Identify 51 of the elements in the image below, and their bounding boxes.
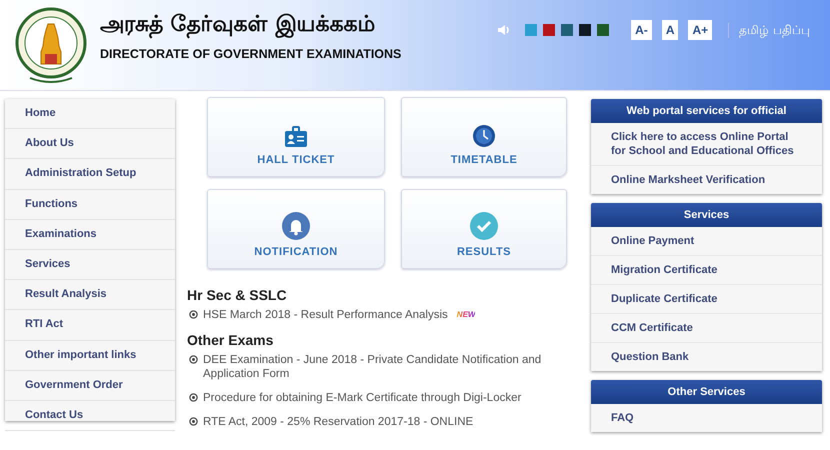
panel-link[interactable]: Online Marksheet Verification	[591, 166, 822, 194]
panel-header: Web portal services for official	[591, 99, 822, 123]
tile-button[interactable]: RESULTS	[401, 189, 567, 269]
panel-link[interactable]: Click here to access Online Portal for School and Educational Offices	[591, 123, 822, 166]
bell-icon	[282, 212, 310, 240]
font-size-button[interactable]: A	[662, 20, 678, 40]
color-theme-swatch[interactable]	[525, 24, 538, 36]
sidebar-link[interactable]: Services	[5, 250, 175, 280]
bullet-icon	[189, 417, 198, 426]
news-link[interactable]: DEE Examination - June 2018 - Private Candidate Notification and Application Form	[203, 353, 577, 381]
bullet-icon	[189, 310, 198, 319]
panel-link[interactable]: CCM Certificate	[591, 314, 822, 343]
panel-link[interactable]: Question Bank	[591, 343, 822, 371]
news-link[interactable]: Procedure for obtaining E-Mark Certificate through Digi-Locker	[203, 391, 522, 405]
panel-header: Services	[591, 203, 822, 227]
sidebar-link[interactable]: Result Analysis	[5, 280, 175, 310]
color-theme-swatch[interactable]	[597, 24, 610, 36]
clock-icon	[472, 124, 496, 148]
panel-link[interactable]: Migration Certificate	[591, 256, 822, 285]
temple-emblem-icon	[14, 6, 88, 86]
news-link[interactable]: RTE Act, 2009 - 25% Reservation 2017-18 - ONLINE	[203, 415, 474, 429]
sidebar-link[interactable]: Home	[5, 99, 175, 130]
panel-link[interactable]: FAQ	[591, 404, 822, 432]
news-link[interactable]: HSE March 2018 - Result Performance Analysis	[203, 308, 448, 322]
panel-link[interactable]: Online Payment	[591, 227, 822, 256]
font-size-button[interactable]: A-	[631, 20, 652, 40]
color-theme-swatch[interactable]	[543, 24, 556, 36]
color-theme-swatch[interactable]	[561, 24, 574, 36]
sidebar-link[interactable]: Examinations	[5, 220, 175, 250]
color-theme-swatch[interactable]	[579, 24, 592, 36]
section-heading: Hr Sec & SSLC	[187, 287, 288, 303]
panel-link[interactable]: Duplicate Certificate	[591, 285, 822, 314]
id-badge-icon	[284, 126, 308, 148]
site-title-tamil: அரசுத் தேர்வுகள் இயக்ககம்	[100, 12, 376, 39]
sidebar-link[interactable]: Contact Us	[5, 400, 175, 432]
sidebar-link[interactable]: Functions	[5, 190, 175, 220]
section-heading: Other Exams	[187, 332, 274, 348]
sidebar-link[interactable]: Government Order	[5, 370, 175, 401]
sidebar-link[interactable]: About Us	[5, 129, 175, 160]
tile-button[interactable]: NOTIFICATION	[207, 189, 385, 269]
panel-header: Other Services	[591, 380, 822, 404]
sidebar-link[interactable]: Administration Setup	[5, 159, 175, 190]
bullet-icon	[189, 393, 198, 402]
font-size-button[interactable]: A+	[688, 20, 712, 40]
site-title: DIRECTORATE OF GOVERNMENT EXAMINATIONS	[100, 47, 402, 61]
tile-button[interactable]: HALL TICKET	[207, 97, 385, 177]
checkmark-icon	[470, 212, 498, 240]
sidebar-link[interactable]: Other important links	[5, 340, 175, 371]
sidebar-link[interactable]: RTI Act	[5, 310, 175, 340]
tile-button[interactable]: TIMETABLE	[401, 97, 567, 177]
bullet-icon	[189, 355, 198, 364]
